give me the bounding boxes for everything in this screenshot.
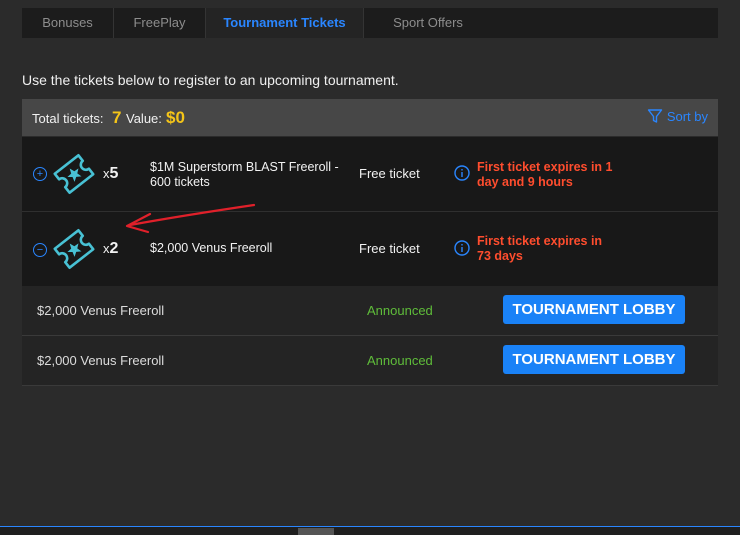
tournament-lobby-button[interactable]: TOURNAMENT LOBBY: [503, 345, 685, 374]
ticket-summary-bar: Total tickets: 7 Value: $0 Sort by: [22, 99, 718, 136]
tournament-tickets-panel: Bonuses FreePlay Tournament Tickets Spor…: [0, 0, 740, 526]
total-tickets-value: 7: [112, 108, 122, 127]
ticket-count-value: 2: [109, 240, 119, 257]
info-icon[interactable]: [454, 240, 470, 256]
ticket-row: + x5 $1M Superstorm BLAST Freeroll - 600…: [22, 137, 718, 211]
tournament-row: $2,000 Venus Freeroll Announced TOURNAME…: [22, 286, 718, 336]
tab-bar: Bonuses FreePlay Tournament Tickets Spor…: [22, 8, 718, 38]
ticket-icon: [53, 154, 95, 194]
tournament-status: Announced: [367, 303, 433, 318]
ticket-type: Free ticket: [359, 166, 420, 181]
ticket-expiry: First ticket expires in 1 day and 9 hour…: [477, 160, 613, 189]
sort-by-label: Sort by: [666, 108, 708, 124]
value-amount: $0: [166, 108, 185, 127]
expand-icon[interactable]: +: [33, 167, 47, 181]
ticket-name: $2,000 Venus Freeroll: [150, 241, 273, 255]
ticket-count-value: 5: [109, 165, 119, 182]
tab-freeplay[interactable]: FreePlay: [114, 8, 206, 38]
ticket-expiry: First ticket expires in 73 days: [477, 234, 603, 263]
tournament-row: $2,000 Venus Freeroll Announced TOURNAME…: [22, 336, 718, 386]
ticket-name: $1M Superstorm BLAST Freeroll - 600 tick…: [150, 160, 339, 189]
tournament-status: Announced: [367, 353, 433, 368]
filter-icon: [647, 109, 663, 123]
ticket-row: − x2 $2,000 Venus Freeroll Free ticket F…: [22, 212, 718, 286]
ticket-count: x2: [103, 240, 119, 257]
ticket-count: x5: [103, 165, 119, 182]
info-icon[interactable]: [454, 165, 470, 181]
ticket-type: Free ticket: [359, 241, 420, 256]
value-label: Value:: [126, 111, 162, 126]
tab-sport-offers[interactable]: Sport Offers: [364, 8, 492, 38]
ticket-icon: [53, 229, 95, 269]
collapse-icon[interactable]: −: [33, 243, 47, 257]
tab-bonuses[interactable]: Bonuses: [22, 8, 114, 38]
tournament-lobby-button[interactable]: TOURNAMENT LOBBY: [503, 295, 685, 324]
sort-by-button[interactable]: Sort by: [647, 108, 708, 124]
intro-text: Use the tickets below to register to an …: [22, 72, 399, 88]
tab-tournament-tickets[interactable]: Tournament Tickets: [206, 8, 364, 38]
tournament-name: $2,000 Venus Freeroll: [37, 353, 165, 368]
tournament-name: $2,000 Venus Freeroll: [37, 303, 165, 318]
total-tickets-label: Total tickets:: [32, 111, 104, 126]
